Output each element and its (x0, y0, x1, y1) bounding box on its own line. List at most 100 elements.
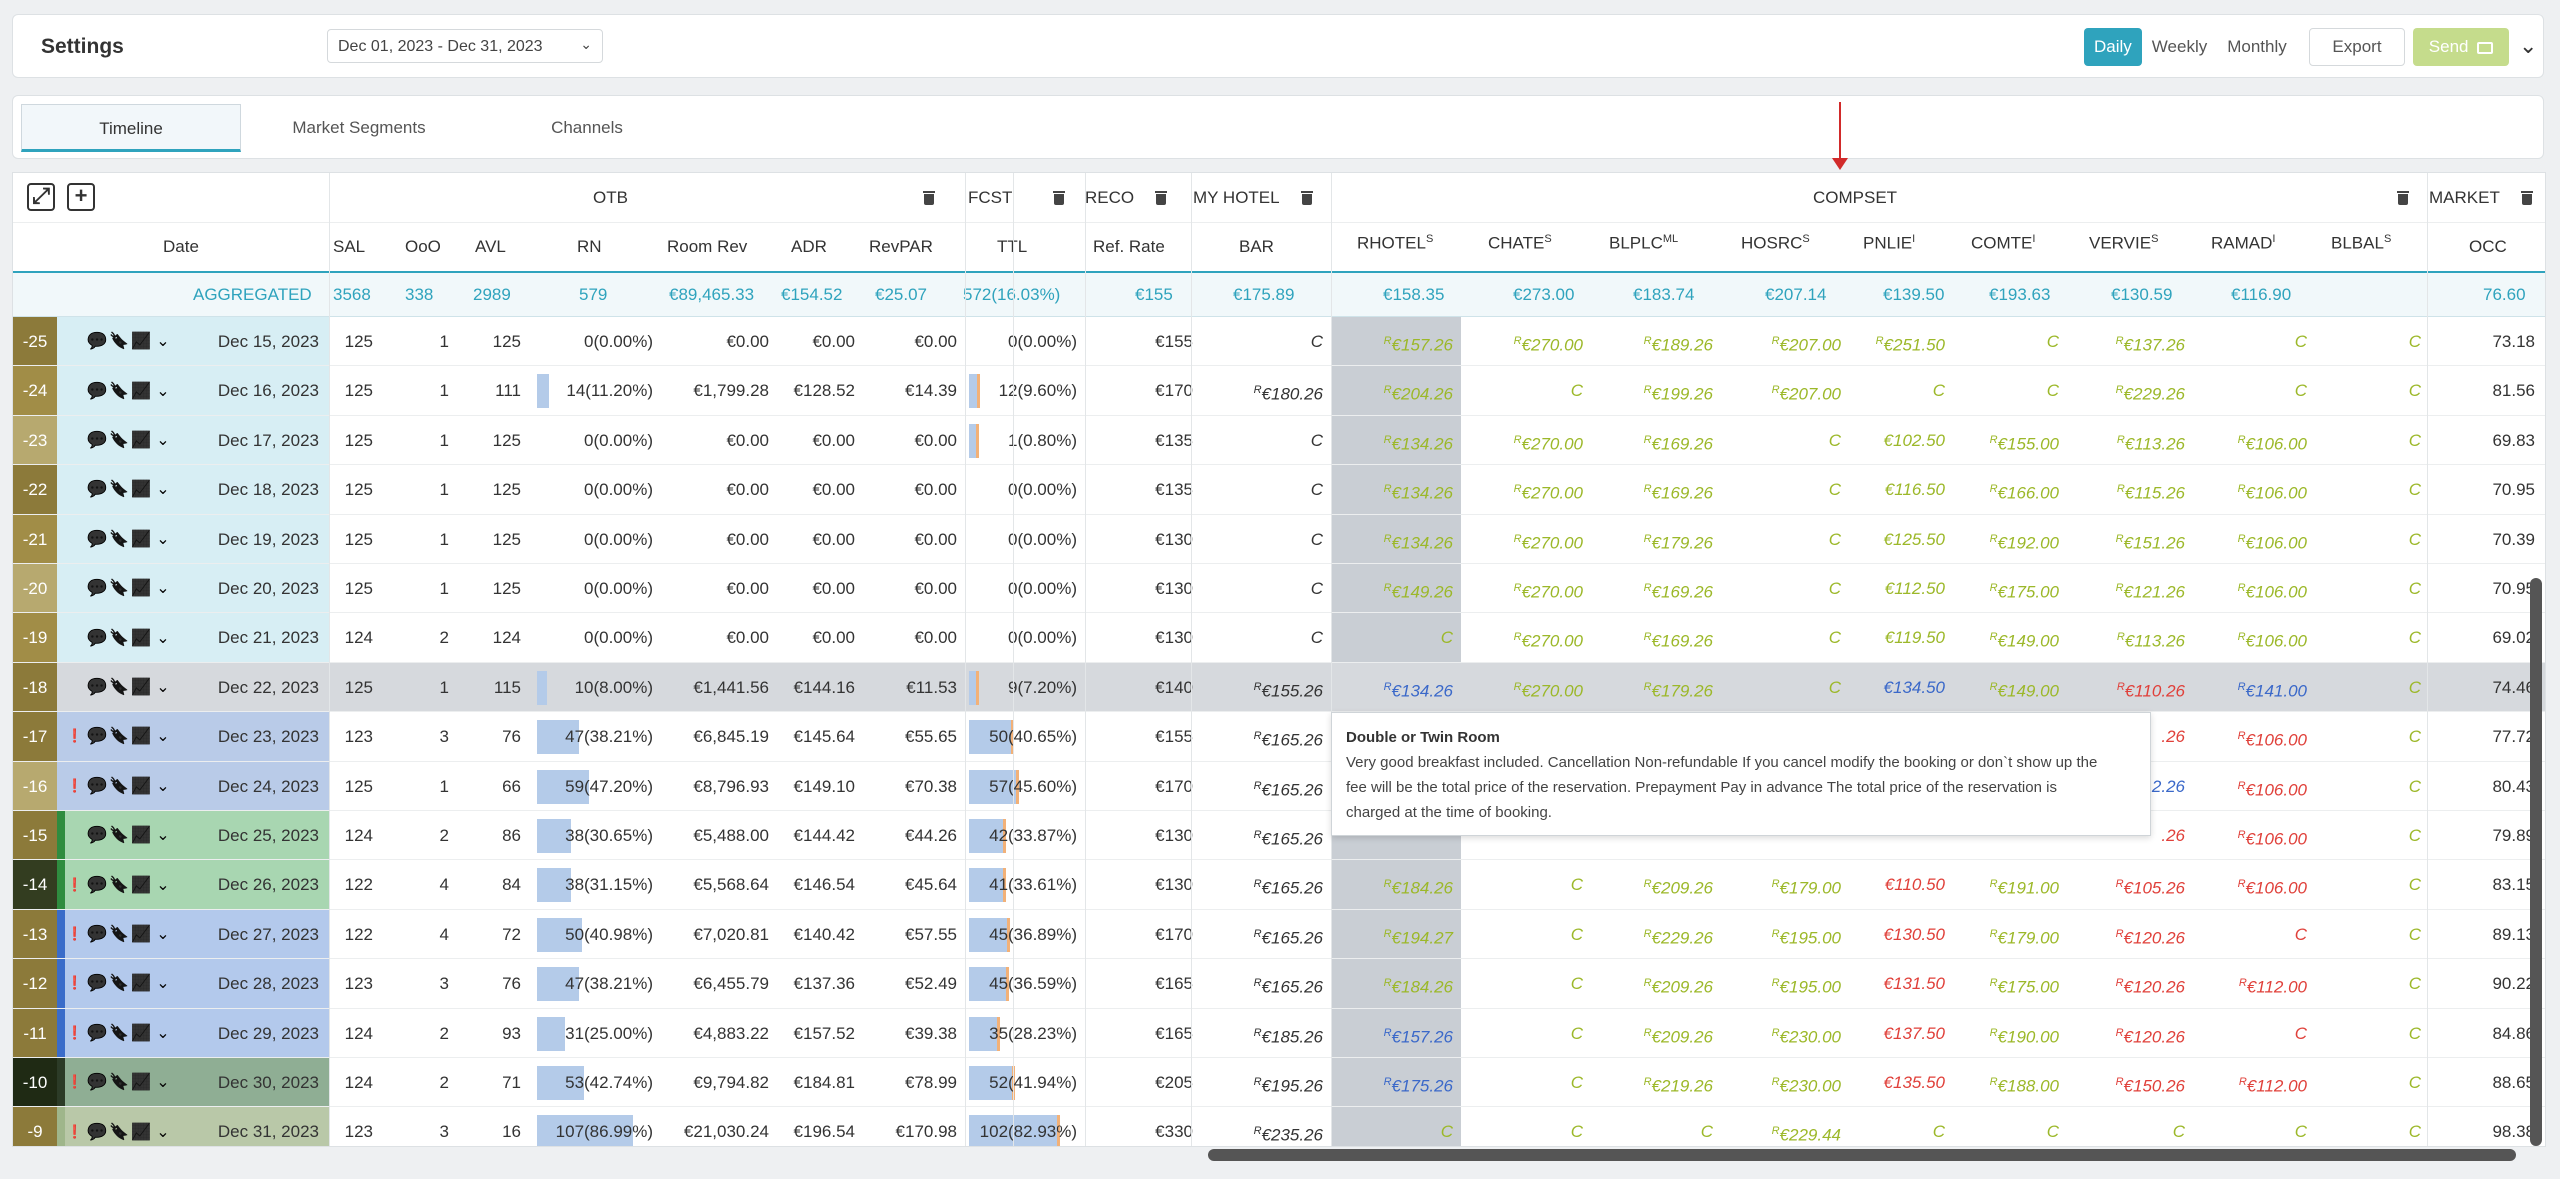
cell-ra[interactable]: C (2193, 1107, 2307, 1146)
cell-bar[interactable]: C (1203, 564, 1323, 612)
export-button[interactable]: Export (2309, 28, 2405, 66)
cell-ra[interactable]: R€106.00 (2193, 613, 2307, 661)
cell-co[interactable]: R€192.00 (1955, 515, 2059, 563)
chevron-down-icon[interactable]: ⌄ (153, 628, 173, 648)
cell-ch[interactable]: C (1463, 366, 1583, 414)
cell-bl[interactable]: R€219.26 (1593, 1058, 1713, 1106)
chevron-down-icon[interactable]: ⌄ (153, 1072, 173, 1092)
cell-bb[interactable]: C (2317, 959, 2421, 1007)
tab-channels[interactable]: Channels (477, 104, 697, 152)
cell-ra[interactable]: R€106.00 (2193, 860, 2307, 908)
chart-icon[interactable]: 📈 (131, 1023, 151, 1043)
bookmark-icon[interactable]: 🔖 (109, 529, 129, 549)
trash-icon[interactable] (2521, 191, 2533, 205)
cell-rh[interactable]: R€157.26 (1331, 317, 1453, 365)
cell-bl[interactable]: R€229.26 (1593, 910, 1713, 958)
cell-rh[interactable]: R€157.26 (1331, 1009, 1453, 1057)
cell-bb[interactable]: C (2317, 416, 2421, 464)
chart-icon[interactable]: 📈 (131, 529, 151, 549)
chevron-down-icon[interactable]: ⌄ (153, 677, 173, 697)
cell-bl[interactable]: R€209.26 (1593, 1009, 1713, 1057)
cell-ho[interactable]: R€195.00 (1723, 910, 1841, 958)
chart-icon[interactable]: 📈 (131, 479, 151, 499)
table-row[interactable]: -16 ❗ 💬 🔖 📈 ⌄ Dec 24, 2023 125 1 66 €8,796.93 €149.… (13, 761, 2545, 811)
alert-icon[interactable]: ❗ (65, 728, 85, 744)
col-room-rev[interactable]: Room Rev (667, 237, 747, 257)
cell-pn[interactable]: €119.50 (1851, 613, 1945, 661)
cell-co[interactable]: R€179.00 (1955, 910, 2059, 958)
cell-co[interactable]: C (1955, 317, 2059, 365)
cell-pn[interactable]: €110.50 (1851, 860, 1945, 908)
cell-ve[interactable]: R€110.26 (2069, 663, 2185, 711)
cell-ho[interactable]: C (1723, 613, 1841, 661)
cell-ve[interactable]: R€120.26 (2069, 959, 2185, 1007)
chart-icon[interactable]: 📈 (131, 578, 151, 598)
plus-icon[interactable]: + (67, 183, 95, 211)
col-ooo[interactable]: OoO (405, 237, 441, 257)
bookmark-icon[interactable]: 🔖 (109, 331, 129, 351)
cell-bb[interactable]: C (2317, 366, 2421, 414)
col-vervie[interactable]: VERVIES (2089, 233, 2158, 254)
cell-rh[interactable]: R€134.26 (1331, 663, 1453, 711)
comment-icon[interactable]: 💬 (87, 331, 107, 351)
cell-ve[interactable]: R€115.26 (2069, 465, 2185, 513)
chevron-down-icon[interactable]: ⌄ (153, 381, 173, 401)
cell-rh[interactable]: R€184.26 (1331, 860, 1453, 908)
col-occ[interactable]: OCC (2469, 237, 2507, 257)
cell-co[interactable]: R€191.00 (1955, 860, 2059, 908)
chart-icon[interactable]: 📈 (131, 628, 151, 648)
comment-icon[interactable]: 💬 (87, 726, 107, 746)
cell-bb[interactable]: C (2317, 317, 2421, 365)
cell-ra[interactable]: C (2193, 366, 2307, 414)
tab-timeline[interactable]: Timeline (21, 104, 241, 152)
cell-rh[interactable]: R€134.26 (1331, 416, 1453, 464)
table-row[interactable]: -14 ❗ 💬 🔖 📈 ⌄ Dec 26, 2023 122 4 84 €5,568.64 €146.… (13, 860, 2545, 910)
cell-ra[interactable]: C (2193, 910, 2307, 958)
cell-co[interactable]: C (1955, 1107, 2059, 1146)
cell-pn[interactable]: €131.50 (1851, 959, 1945, 1007)
cell-bar[interactable]: C (1203, 416, 1323, 464)
cell-ra[interactable]: R€106.00 (2193, 712, 2307, 760)
table-row[interactable]: -15 💬 🔖 📈 ⌄ Dec 25, 2023 124 2 86 €5,488.00 €144.4… (13, 811, 2545, 861)
bookmark-icon[interactable]: 🔖 (109, 479, 129, 499)
cell-ch[interactable]: C (1463, 910, 1583, 958)
chevron-down-icon[interactable]: ⌄ (153, 1122, 173, 1142)
cell-ch[interactable]: R€270.00 (1463, 515, 1583, 563)
cell-ve[interactable]: R€121.26 (2069, 564, 2185, 612)
vertical-scrollbar[interactable] (2530, 578, 2542, 1146)
cell-pn[interactable]: €116.50 (1851, 465, 1945, 513)
chevron-down-icon[interactable]: ⌄ (153, 479, 173, 499)
alert-icon[interactable]: ❗ (65, 1025, 85, 1041)
cell-ch[interactable]: R€270.00 (1463, 663, 1583, 711)
cell-rh[interactable]: R€175.26 (1331, 1058, 1453, 1106)
cell-pn[interactable]: €125.50 (1851, 515, 1945, 563)
comment-icon[interactable]: 💬 (87, 479, 107, 499)
cell-bb[interactable]: C (2317, 465, 2421, 513)
cell-ve[interactable]: R€150.26 (2069, 1058, 2185, 1106)
col-ref-rate[interactable]: Ref. Rate (1093, 237, 1165, 257)
bookmark-icon[interactable]: 🔖 (109, 628, 129, 648)
chevron-down-icon[interactable]: ⌄ (153, 875, 173, 895)
cell-ve[interactable]: R€113.26 (2069, 416, 2185, 464)
cell-co[interactable]: R€166.00 (1955, 465, 2059, 513)
cell-co[interactable]: R€175.00 (1955, 564, 2059, 612)
col-adr[interactable]: ADR (791, 237, 827, 257)
cell-ve[interactable]: R€113.26 (2069, 613, 2185, 661)
cell-bar[interactable]: R€165.26 (1203, 910, 1323, 958)
table-row[interactable]: -9 ❗ 💬 🔖 📈 ⌄ Dec 31, 2023 123 3 16 €21,030.24 €196.… (13, 1107, 2545, 1146)
chart-icon[interactable]: 📈 (131, 1072, 151, 1092)
cell-bar[interactable]: R€195.26 (1203, 1058, 1323, 1106)
col-date[interactable]: Date (163, 237, 199, 257)
cell-ch[interactable]: R€270.00 (1463, 317, 1583, 365)
trash-icon[interactable] (1053, 191, 1065, 205)
cell-bb[interactable]: C (2317, 1009, 2421, 1057)
chevron-down-icon[interactable]: ⌄ (153, 1023, 173, 1043)
comment-icon[interactable]: 💬 (87, 529, 107, 549)
cell-ra[interactable]: R€112.00 (2193, 959, 2307, 1007)
cell-rh[interactable]: R€194.27 (1331, 910, 1453, 958)
cell-bl[interactable]: R€169.26 (1593, 613, 1713, 661)
cell-pn[interactable]: €130.50 (1851, 910, 1945, 958)
cell-co[interactable]: R€190.00 (1955, 1009, 2059, 1057)
comment-icon[interactable]: 💬 (87, 430, 107, 450)
cell-bb[interactable]: C (2317, 564, 2421, 612)
